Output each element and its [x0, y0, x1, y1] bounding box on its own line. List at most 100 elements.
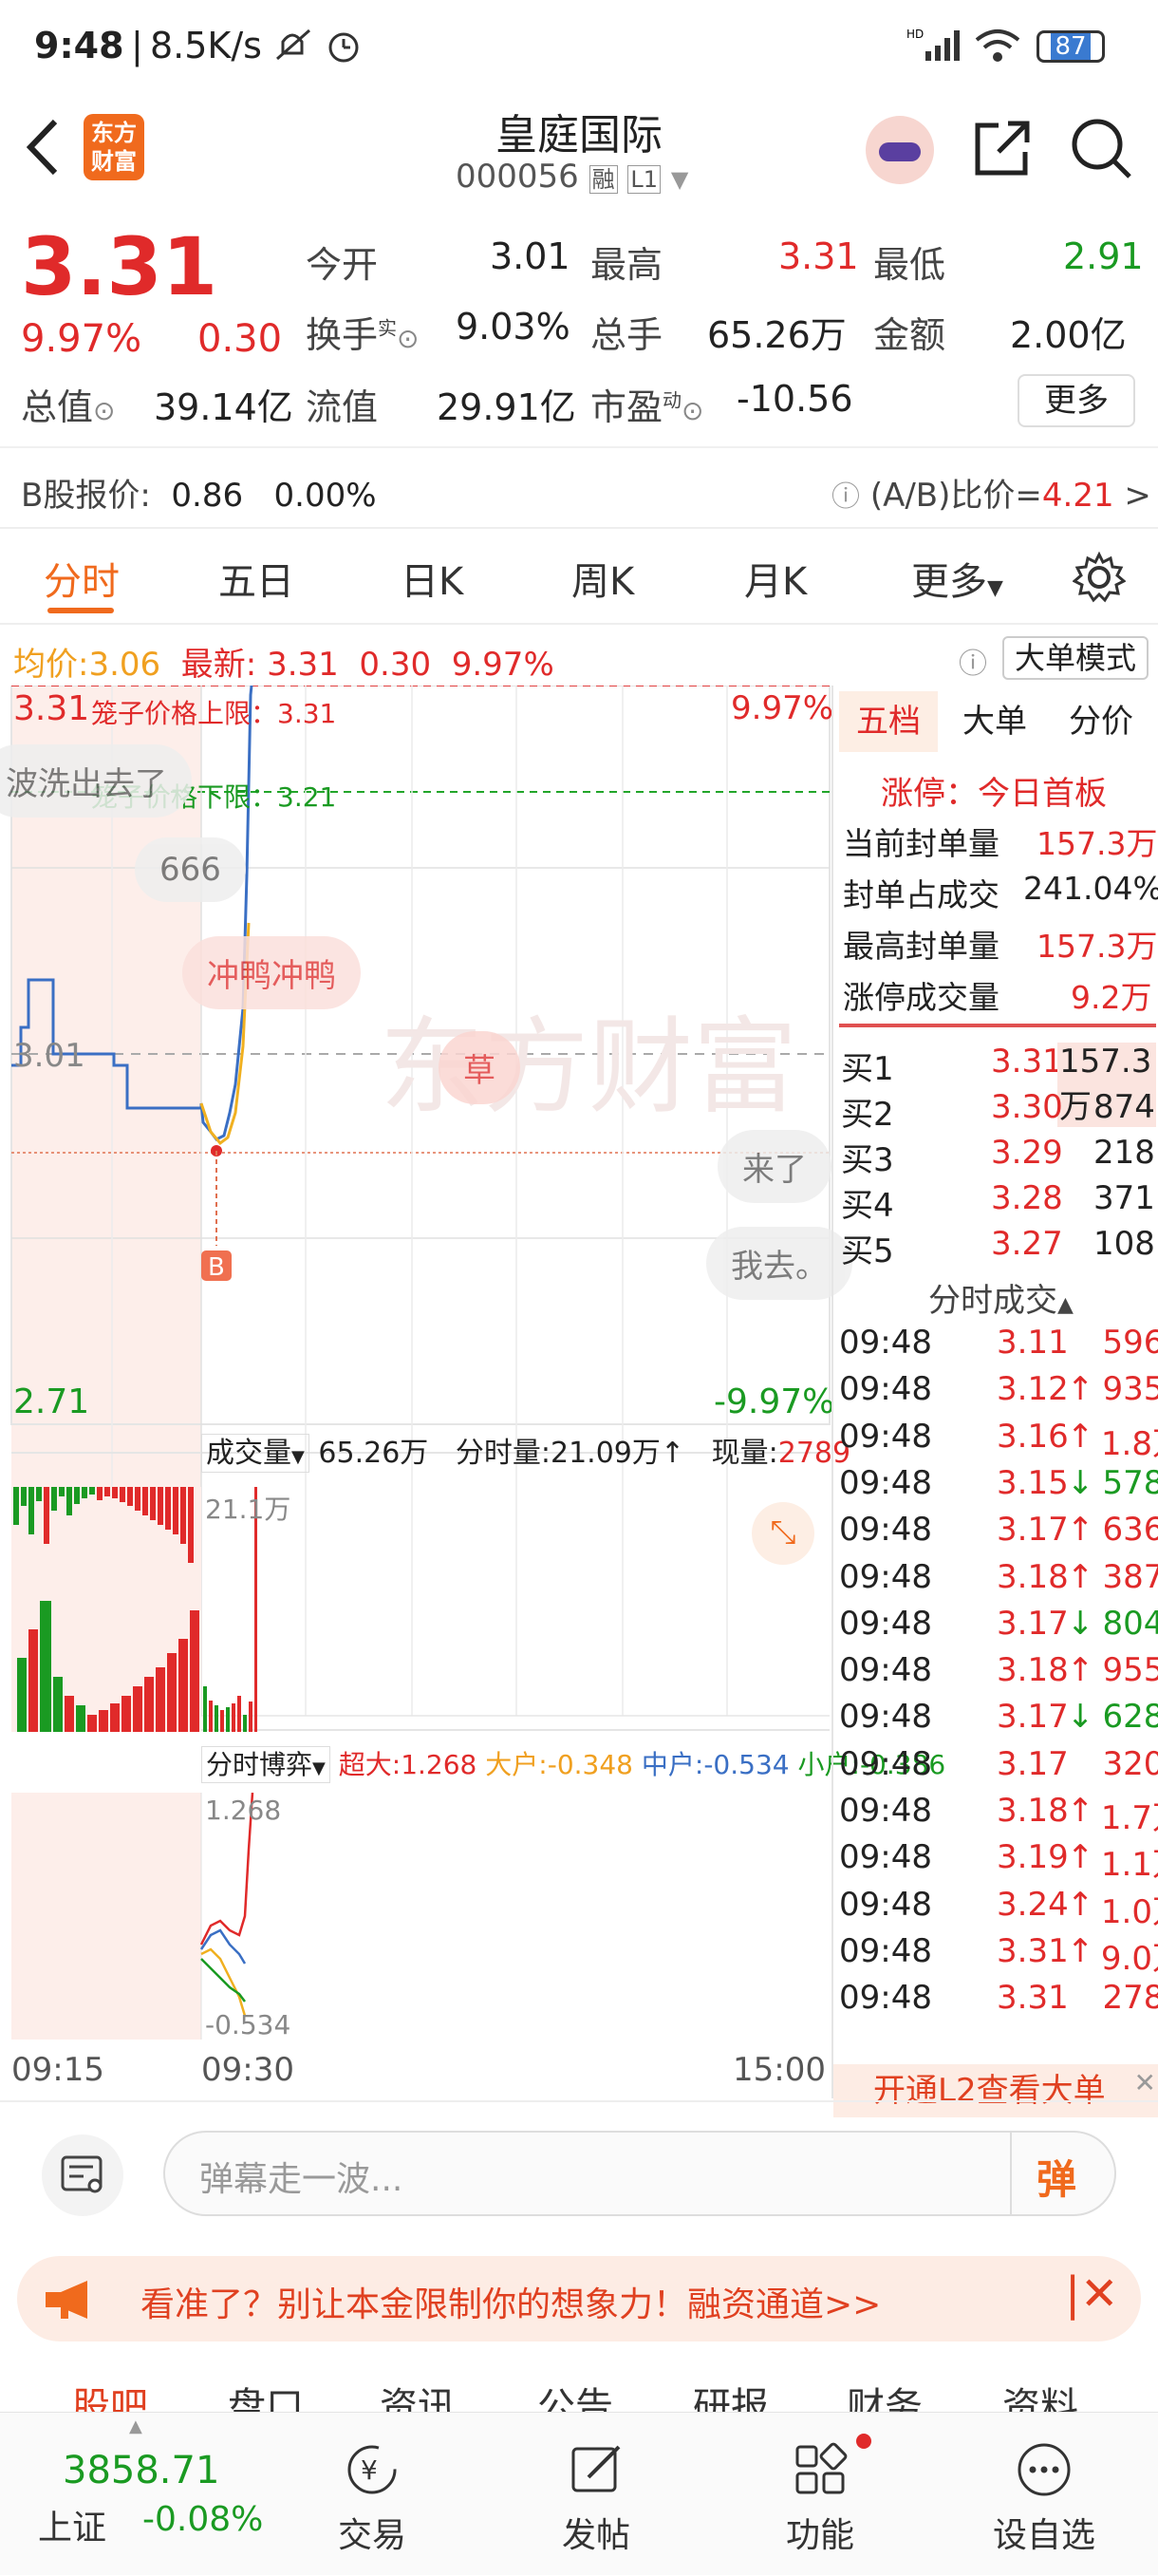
section-tab[interactable]: 资料 — [1002, 2376, 1078, 2412]
pct-top-label: 9.97% — [731, 689, 834, 727]
order-book-row: 买4 3.28 371 — [841, 1179, 1155, 1225]
limit-row-label: 封单占成交 — [843, 876, 999, 913]
time-label-start: 09:15 — [11, 2051, 104, 2089]
volume-panel-header: 成交量▼ 65.26万 分时量:21.09万↑ 现量:2789 — [201, 1429, 850, 1473]
robot-avatar-icon[interactable] — [866, 116, 934, 184]
change-pct: 9.97% — [21, 317, 142, 361]
stock-code-line[interactable]: 000056 融 L1 ▼ — [456, 158, 688, 196]
help-icon[interactable]: ⓘ — [959, 640, 987, 682]
side-tab-big-order[interactable]: 大单 — [962, 691, 1027, 752]
time-label-close: 15:00 — [733, 2051, 826, 2089]
wifi-icon — [975, 29, 1020, 62]
volume-dropdown[interactable]: 成交量▼ — [201, 1434, 309, 1473]
danmaku-settings-icon[interactable] — [42, 2134, 123, 2216]
trade-row: 09:483.18↑9555 — [839, 1651, 1158, 1690]
danmaku-send-button[interactable]: 弹 — [1010, 2131, 1114, 2216]
tab-more[interactable]: 更多▼ — [911, 551, 1003, 606]
open-label: 今开 — [306, 244, 379, 286]
game-dropdown[interactable]: 分时博弈▼ — [201, 1746, 330, 1783]
section-tab[interactable]: 股吧 — [72, 2376, 148, 2412]
danmaku-bubble: 666 — [135, 837, 246, 902]
nav-trade[interactable]: ¥ 交易 — [277, 2413, 467, 2576]
section-tab[interactable]: 财务 — [847, 2376, 923, 2412]
trades-title[interactable]: 分时成交▲ — [928, 1274, 1074, 1321]
trade-row: 09:483.15↓5785 — [839, 1463, 1158, 1502]
limit-row-value: 157.3万 — [1037, 825, 1158, 862]
index-value: 3858.71 — [63, 2449, 220, 2492]
high-value: 3.31 — [778, 235, 859, 277]
battery-icon: 87 — [1037, 30, 1105, 63]
danmaku-input[interactable]: 弹幕走一波... 弹 — [163, 2131, 1116, 2216]
nav-add-watchlist[interactable]: 设自选 — [949, 2413, 1139, 2576]
limit-row-label: 最高封单量 — [843, 928, 999, 965]
comment-bar: 弹幕走一波... 弹 — [0, 2100, 1158, 2233]
ab-ratio[interactable]: ⓘ (A/B)比价=4.21 > — [831, 469, 1151, 516]
index-ticker[interactable]: ▲ 3858.71 上证 -0.08% — [19, 2413, 266, 2576]
turnover-value: 9.03% — [456, 306, 570, 348]
tab-monthly-k[interactable]: 月K — [744, 551, 807, 606]
nav-function[interactable]: 功能 — [725, 2413, 915, 2576]
danmaku-bubble: 波洗出去了 — [0, 744, 192, 818]
limit-row-label: 涨停成交量 — [843, 979, 999, 1016]
section-tab[interactable]: 盘口 — [228, 2376, 304, 2412]
last-price: 3.31 — [21, 220, 218, 313]
net-speed: 8.5K/s — [150, 25, 262, 66]
low-label: 最低 — [873, 244, 946, 286]
limit-up-title: 涨停：今日首板 — [881, 775, 1107, 813]
time-label-open: 09:30 — [201, 2051, 294, 2089]
nav-post[interactable]: 发帖 — [501, 2413, 691, 2576]
section-tab[interactable]: 资讯 — [380, 2376, 456, 2412]
notification-dot — [856, 2434, 871, 2449]
trade-row: 09:483.16↑1.8万 — [839, 1417, 1158, 1463]
mcap-value: 39.14亿 — [154, 386, 293, 428]
mute-alarm-icons — [276, 28, 359, 63]
trade-row: 09:483.31↑9.0万 — [839, 1931, 1158, 1978]
more-dots-icon — [1018, 2443, 1071, 2496]
tab-indicator — [47, 608, 114, 613]
tab-daily-k[interactable]: 日K — [401, 551, 463, 606]
side-tab-price[interactable]: 分价 — [1069, 691, 1133, 752]
big-order-mode-button[interactable]: 大单模式 — [1002, 636, 1149, 680]
danmaku-bubble: 来了 — [718, 1130, 831, 1203]
expand-icon[interactable]: ⤡ — [752, 1502, 814, 1565]
cage-upper-label: 笼子价格上限：3.31 — [91, 698, 337, 729]
promo-text: 看准了？别让本金限制你的想象力！融资通道>> — [140, 2285, 882, 2324]
volume-value: 65.26万 — [707, 314, 847, 356]
section-tab[interactable]: 公告 — [537, 2376, 613, 2412]
limit-row-value: 241.04% — [1023, 870, 1158, 907]
limit-row-value: 157.3万 — [1037, 928, 1158, 965]
trade-row: 09:483.18↑3873 — [839, 1557, 1158, 1596]
promo-banner[interactable]: 看准了？别让本金限制你的想象力！融资通道>> |✕ — [17, 2256, 1141, 2341]
share-icon[interactable] — [970, 116, 1035, 180]
limit-row-value: 9.2万 — [1071, 979, 1152, 1016]
danmaku-bubble: 我去。 — [706, 1227, 852, 1300]
section-tab[interactable]: 研报 — [693, 2376, 769, 2412]
tab-intraday[interactable]: 分时 — [44, 551, 120, 606]
game-chart — [11, 1793, 254, 2040]
side-tab-level5[interactable]: 五档 — [839, 691, 938, 752]
svg-text:B: B — [208, 1253, 225, 1282]
chart-tabs: 分时 五日 日K 周K 月K 更多▼ — [0, 530, 1158, 625]
megaphone-icon — [46, 2281, 87, 2319]
low-value: 2.91 — [1063, 235, 1144, 277]
trade-row: 09:483.12↑9353 — [839, 1370, 1158, 1409]
svg-text:¥: ¥ — [361, 2454, 378, 2486]
y-bottom-label: 2.71 — [13, 1382, 90, 1421]
status-bar: 9:48 | 8.5K/s HD 87 — [0, 0, 1158, 95]
order-book-row: 买5 3.27 108 — [841, 1225, 1155, 1270]
turnover-label: 换手实⊙ — [306, 314, 420, 356]
edit-icon — [571, 2445, 621, 2492]
order-book-row: 买3 3.29 218 — [841, 1134, 1155, 1179]
mcap-label: 总值⊙ — [21, 386, 116, 428]
settings-gear-icon[interactable] — [1073, 551, 1126, 604]
pct-bottom-label: -9.97% — [714, 1382, 835, 1421]
side-panel: 五档 大单 分价 涨停：今日首板 当前封单量 157.3万 封单占成交 241.… — [831, 686, 1158, 2117]
volume-chart — [11, 1487, 257, 1732]
more-button[interactable]: 更多 — [1018, 374, 1135, 427]
intraday-chart-area: 均价:3.06 最新: 3.31 0.30 9.97% ⓘ 大单模式 东方财富 … — [0, 627, 1158, 2117]
search-icon[interactable] — [1069, 116, 1133, 180]
close-icon[interactable]: |✕ — [1065, 2267, 1118, 2321]
tab-weekly-k[interactable]: 周K — [571, 551, 634, 606]
volume-label: 总手 — [590, 314, 663, 356]
tab-five-day[interactable]: 五日 — [218, 551, 294, 606]
